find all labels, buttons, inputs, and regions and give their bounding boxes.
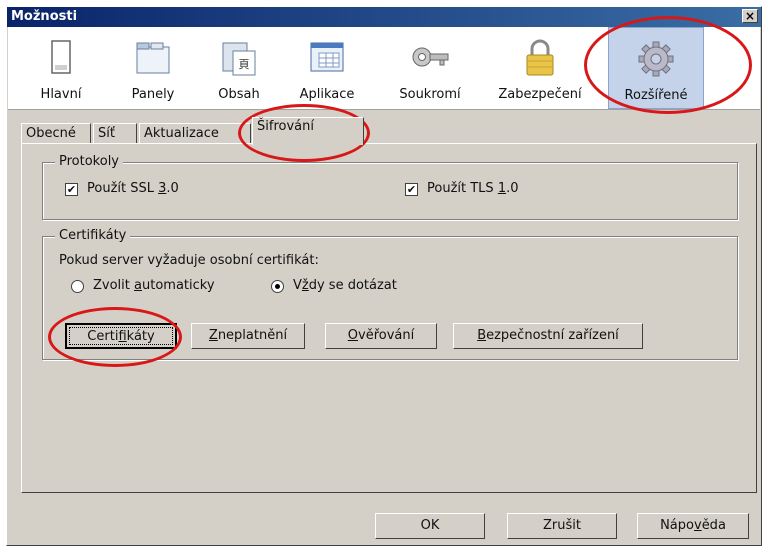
category-rozsirene[interactable]: Rozšířené [608, 27, 704, 109]
tls-label[interactable]: Použít TLS 1.0 [427, 181, 519, 196]
certificates-title: Certifikáty [55, 228, 131, 243]
options-dialog: Možnosti × Hlavní Panely 頁 Obsah Aplikac… [6, 6, 762, 546]
category-label: Soukromí [399, 87, 461, 102]
gear-icon [638, 41, 674, 77]
lock-icon [526, 39, 554, 76]
always-ask-label[interactable]: Vždy se dotázat [293, 278, 397, 293]
help-button[interactable]: Nápověda [637, 513, 749, 539]
protocols-title: Protokoly [55, 154, 123, 169]
verification-button[interactable]: Ověřování [325, 323, 437, 349]
auto-select-label[interactable]: Zvolit automaticky [93, 278, 215, 293]
ssl-label[interactable]: Použít SSL 3.0 [87, 181, 179, 196]
category-soukromi[interactable]: Soukromí [390, 27, 470, 109]
category-panely[interactable]: Panely [118, 27, 188, 109]
category-hlavni[interactable]: Hlavní [26, 27, 96, 109]
category-label: Rozšířené [624, 88, 688, 103]
certificate-prompt: Pokud server vyžaduje osobní certifikát: [59, 253, 319, 268]
applications-icon [310, 42, 344, 72]
security-devices-button[interactable]: Bezpečnostní zařízení [453, 323, 643, 349]
category-label: Obsah [218, 87, 260, 102]
auto-select-radio[interactable] [71, 280, 84, 293]
certificates-button[interactable]: Certifikáty [65, 323, 177, 349]
category-zabezpeceni[interactable]: Zabezpečení [492, 27, 588, 109]
ssl-checkbox[interactable]: ✔ [65, 183, 78, 196]
revocation-button[interactable]: Zneplatnění [191, 323, 305, 349]
category-label: Aplikace [299, 87, 355, 102]
svg-text:頁: 頁 [239, 58, 250, 71]
tab-sit[interactable]: Síť [93, 123, 137, 143]
window-icon [51, 40, 71, 74]
category-aplikace[interactable]: Aplikace [290, 27, 364, 109]
cancel-button[interactable]: Zrušit [507, 513, 617, 539]
ok-button[interactable]: OK [375, 513, 485, 539]
category-label: Panely [131, 87, 175, 102]
tab-obecne[interactable]: Obecné [21, 123, 91, 143]
dialog-title: Možnosti [11, 9, 78, 24]
category-toolbar: Hlavní Panely 頁 Obsah Aplikace Soukromí … [8, 27, 760, 110]
category-label: Zabezpečení [498, 87, 582, 102]
tab-sifrovani[interactable]: Šifrování [252, 117, 364, 145]
certificates-group: Certifikáty Pokud server vyžaduje osobní… [42, 228, 738, 360]
close-button[interactable]: × [742, 9, 758, 23]
category-label: Hlavní [40, 87, 82, 102]
always-ask-radio[interactable] [271, 280, 284, 293]
content-icon: 頁 [222, 42, 256, 76]
title-bar[interactable]: Možnosti × [7, 7, 761, 27]
protocols-group: Protokoly ✔ Použít SSL 3.0 ✔ Použít TLS … [42, 154, 738, 220]
tls-checkbox[interactable]: ✔ [405, 183, 418, 196]
tabs-icon [136, 42, 170, 74]
encryption-panel: Protokoly ✔ Použít SSL 3.0 ✔ Použít TLS … [21, 143, 757, 493]
key-icon [412, 47, 449, 67]
tab-aktualizace[interactable]: Aktualizace [139, 123, 251, 143]
category-obsah[interactable]: 頁 Obsah [204, 27, 274, 109]
